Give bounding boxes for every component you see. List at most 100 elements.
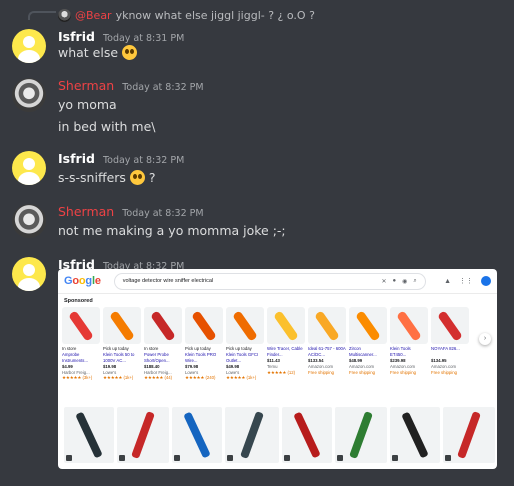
image-tag-icon bbox=[445, 455, 451, 461]
product-image[interactable] bbox=[390, 307, 428, 344]
product-title[interactable]: NOYAFA 826... bbox=[431, 346, 469, 358]
image-result[interactable] bbox=[225, 407, 279, 463]
image-tag-icon bbox=[119, 455, 125, 461]
product-shape bbox=[314, 309, 340, 342]
message-text: yo moma bbox=[58, 97, 117, 112]
product-shape bbox=[355, 309, 381, 342]
reply-avatar bbox=[58, 8, 71, 22]
image-results bbox=[64, 407, 495, 463]
labs-icon[interactable]: ▲ bbox=[444, 278, 451, 285]
product-title[interactable]: Zircon Multiscanner... bbox=[349, 346, 387, 358]
image-attachment[interactable]: Google voltage detector wire sniffer ele… bbox=[58, 269, 497, 469]
username[interactable]: Isfrid bbox=[58, 151, 95, 166]
search-icon[interactable]: ⌕ bbox=[413, 278, 416, 285]
mic-icon[interactable]: ● bbox=[392, 278, 396, 284]
reply-text[interactable]: yknow what else jiggl jiggl- ? ¿ o.O ? bbox=[116, 9, 315, 22]
product-title[interactable]: Klein Tools 50 to 1000V AC... bbox=[103, 352, 141, 364]
google-logo[interactable]: Google bbox=[64, 275, 101, 287]
product-rating: Free shipping bbox=[308, 369, 335, 375]
product-rating: Free shipping bbox=[431, 369, 458, 375]
product-rating: Free shipping bbox=[390, 369, 417, 375]
image-result[interactable] bbox=[443, 407, 495, 463]
product-card[interactable]: Pick up today Klein Tools 50 to 1000V AC.… bbox=[103, 307, 141, 381]
product-card[interactable]: Pick up today Klein Tools GFCI Outlet... $… bbox=[226, 307, 264, 381]
product-card[interactable]: Pick up today Klein Tools PRO Wire... $79.… bbox=[185, 307, 223, 381]
product-card[interactable]: In store Power Probe Short/Open... $188.40… bbox=[144, 307, 182, 381]
search-input[interactable]: voltage detector wire sniffer electrical… bbox=[115, 274, 425, 289]
reply-connector bbox=[28, 11, 56, 20]
avatar[interactable] bbox=[12, 151, 46, 185]
reply-username[interactable]: @Bear bbox=[75, 9, 112, 22]
product-carousel: In store Amprobe Instruments... $4.99 Harbo… bbox=[58, 307, 497, 381]
image-tag-icon bbox=[227, 455, 233, 461]
image-result[interactable] bbox=[172, 407, 222, 463]
pleading-face-emoji bbox=[129, 170, 145, 185]
close-icon[interactable]: ✕ bbox=[381, 278, 386, 285]
username[interactable]: Sherman bbox=[58, 204, 114, 219]
product-card[interactable]: NOYAFA 826... $134.95 Amazon.com Free shipp… bbox=[431, 307, 469, 381]
product-card[interactable]: Klein Tools ET450... $239.98 Amazon.com Fre… bbox=[390, 307, 428, 381]
product-card[interactable]: Zircon Multiscanner... $48.99 Amazon.com Fr… bbox=[349, 307, 387, 381]
image-result[interactable] bbox=[335, 407, 387, 463]
chevron-right-icon[interactable]: › bbox=[479, 333, 491, 345]
account-avatar[interactable] bbox=[481, 276, 491, 286]
username[interactable]: Isfrid bbox=[58, 29, 95, 44]
product-image[interactable] bbox=[349, 307, 387, 344]
product-image[interactable] bbox=[431, 307, 469, 344]
product-shape bbox=[273, 309, 299, 342]
product-card[interactable]: In store Amprobe Instruments... $4.99 Harbo… bbox=[62, 307, 100, 381]
product-title[interactable]: Klein Tools PRO Wire... bbox=[185, 352, 223, 364]
avatar[interactable] bbox=[12, 78, 46, 112]
product-shape bbox=[437, 309, 463, 342]
product-shape bbox=[232, 309, 258, 342]
image-result[interactable] bbox=[390, 407, 440, 463]
product-title[interactable]: Ideal 61-757 - 600A AC/DC... bbox=[308, 346, 346, 358]
search-query: voltage detector wire sniffer electrical bbox=[122, 278, 214, 284]
product-rating: Free shipping bbox=[349, 369, 376, 375]
product-image[interactable] bbox=[185, 307, 223, 344]
product-image[interactable] bbox=[226, 307, 264, 344]
image-result-shape bbox=[240, 411, 264, 459]
lens-icon[interactable]: ◉ bbox=[402, 278, 407, 285]
message-text: not me making a yo momma joke ;-; bbox=[58, 223, 286, 238]
image-result-shape bbox=[457, 411, 481, 459]
product-card[interactable]: Wire Tracer, Cable Finder... $11.43 Temu ★★… bbox=[267, 307, 305, 381]
image-tag-icon bbox=[284, 455, 290, 461]
apps-icon[interactable]: ⋮⋮ bbox=[459, 277, 473, 285]
image-tag-icon bbox=[174, 455, 180, 461]
image-tag-icon bbox=[66, 455, 72, 461]
avatar[interactable] bbox=[12, 204, 46, 238]
image-result-shape bbox=[349, 411, 373, 459]
product-rating: ★★★★★ (3k+) bbox=[62, 375, 93, 381]
product-title[interactable]: Wire Tracer, Cable Finder... bbox=[267, 346, 305, 358]
image-result-shape bbox=[293, 411, 321, 459]
product-rating: ★★★★★ (240) bbox=[185, 375, 216, 381]
product-shape bbox=[150, 309, 176, 342]
product-title[interactable]: Amprobe Instruments... bbox=[62, 352, 100, 364]
product-shape bbox=[109, 309, 135, 342]
product-image[interactable] bbox=[267, 307, 305, 344]
product-image[interactable] bbox=[144, 307, 182, 344]
product-image[interactable] bbox=[308, 307, 346, 344]
message-text: what else bbox=[58, 45, 138, 60]
image-result[interactable] bbox=[117, 407, 169, 463]
image-result-shape bbox=[183, 411, 211, 459]
avatar[interactable] bbox=[12, 257, 46, 291]
reply-preview[interactable]: @Bear yknow what else jiggl jiggl- ? ¿ o… bbox=[58, 7, 315, 23]
product-shape bbox=[191, 309, 217, 342]
product-image[interactable] bbox=[103, 307, 141, 344]
pleading-face-emoji bbox=[122, 45, 138, 60]
product-title[interactable]: Power Probe Short/Open... bbox=[144, 352, 182, 364]
product-card[interactable]: Ideal 61-757 - 600A AC/DC... $133.54 Amazo… bbox=[308, 307, 346, 381]
image-result[interactable] bbox=[282, 407, 332, 463]
avatar[interactable] bbox=[12, 29, 46, 63]
message-text: s-s-sniffers? bbox=[58, 170, 156, 185]
product-title[interactable]: Klein Tools GFCI Outlet... bbox=[226, 352, 264, 364]
product-title[interactable]: Klein Tools ET450... bbox=[390, 346, 428, 358]
username[interactable]: Sherman bbox=[58, 78, 114, 93]
image-result[interactable] bbox=[64, 407, 114, 463]
image-result-shape bbox=[75, 411, 103, 459]
product-rating: ★★★★★ (1k+) bbox=[226, 375, 257, 381]
product-image[interactable] bbox=[62, 307, 100, 344]
message-text: in bed with me\ bbox=[58, 119, 156, 134]
